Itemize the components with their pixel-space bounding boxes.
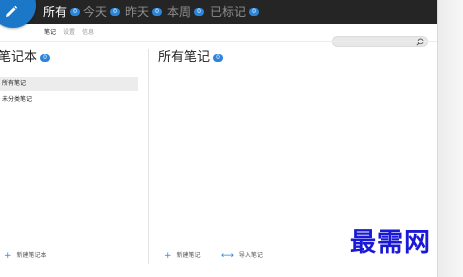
plus-icon: +: [164, 251, 172, 261]
add-notebook-label: 新建笔记本: [16, 252, 47, 259]
notebooks-title: 笔记本: [0, 50, 38, 65]
filter-marked-label: 已标记: [210, 5, 247, 19]
filter-today[interactable]: 今天 0: [83, 4, 121, 20]
search-icon[interactable]: [416, 38, 424, 46]
filter-all[interactable]: 所有 0: [43, 4, 81, 20]
plus-icon: +: [4, 251, 12, 261]
import-note-button[interactable]: ⟷ 导入笔记: [221, 251, 263, 261]
tab-info[interactable]: 信息: [82, 29, 94, 37]
filter-marked-count-badge: 0: [249, 8, 260, 16]
tab-notes[interactable]: 笔记: [44, 29, 56, 37]
background-area: [438, 0, 463, 277]
notebook-item-all-notes[interactable]: 所有笔记: [0, 77, 138, 91]
new-note-button[interactable]: + 新建笔记: [164, 251, 201, 261]
header-divider: [0, 41, 437, 42]
notebook-item-label: 未分类笔记: [2, 96, 33, 103]
filter-today-label: 今天: [83, 5, 108, 19]
pane-divider[interactable]: [148, 49, 149, 264]
filter-yesterday[interactable]: 昨天 0: [125, 4, 163, 20]
filter-all-count-badge: 0: [70, 8, 81, 16]
notebooks-heading: 笔记本 0: [0, 50, 51, 65]
notebook-item-label: 所有笔记: [2, 80, 27, 87]
filter-all-label: 所有: [43, 5, 68, 19]
watermark-text: 最需网: [350, 228, 432, 258]
new-note-label: 新建笔记: [176, 252, 201, 259]
filter-yesterday-count-badge: 0: [152, 8, 163, 16]
notebooks-count-badge: 0: [40, 53, 51, 62]
app-window: 所有 0 今天 0 昨天 0 本周 0 已标记 0 笔记 设置 信息 笔记本 0…: [0, 0, 463, 277]
filter-today-count-badge: 0: [110, 8, 121, 16]
import-arrow-icon: ⟷: [221, 251, 234, 261]
filter-this-week-label: 本周: [167, 5, 192, 19]
add-notebook-button[interactable]: + 新建笔记本: [4, 251, 47, 261]
tab-settings[interactable]: 设置: [63, 29, 75, 37]
filter-yesterday-label: 昨天: [125, 5, 150, 19]
pencil-icon: [6, 5, 18, 18]
notes-count-badge: 0: [213, 53, 224, 62]
notes-heading: 所有笔记 0: [158, 50, 224, 65]
filter-marked[interactable]: 已标记 0: [210, 4, 260, 20]
notes-title: 所有笔记: [158, 50, 211, 65]
filter-this-week[interactable]: 本周 0: [167, 4, 205, 20]
import-note-label: 导入笔记: [238, 252, 263, 259]
filter-this-week-count-badge: 0: [194, 8, 205, 16]
notebook-item-uncategorized[interactable]: 未分类笔记: [0, 93, 138, 107]
